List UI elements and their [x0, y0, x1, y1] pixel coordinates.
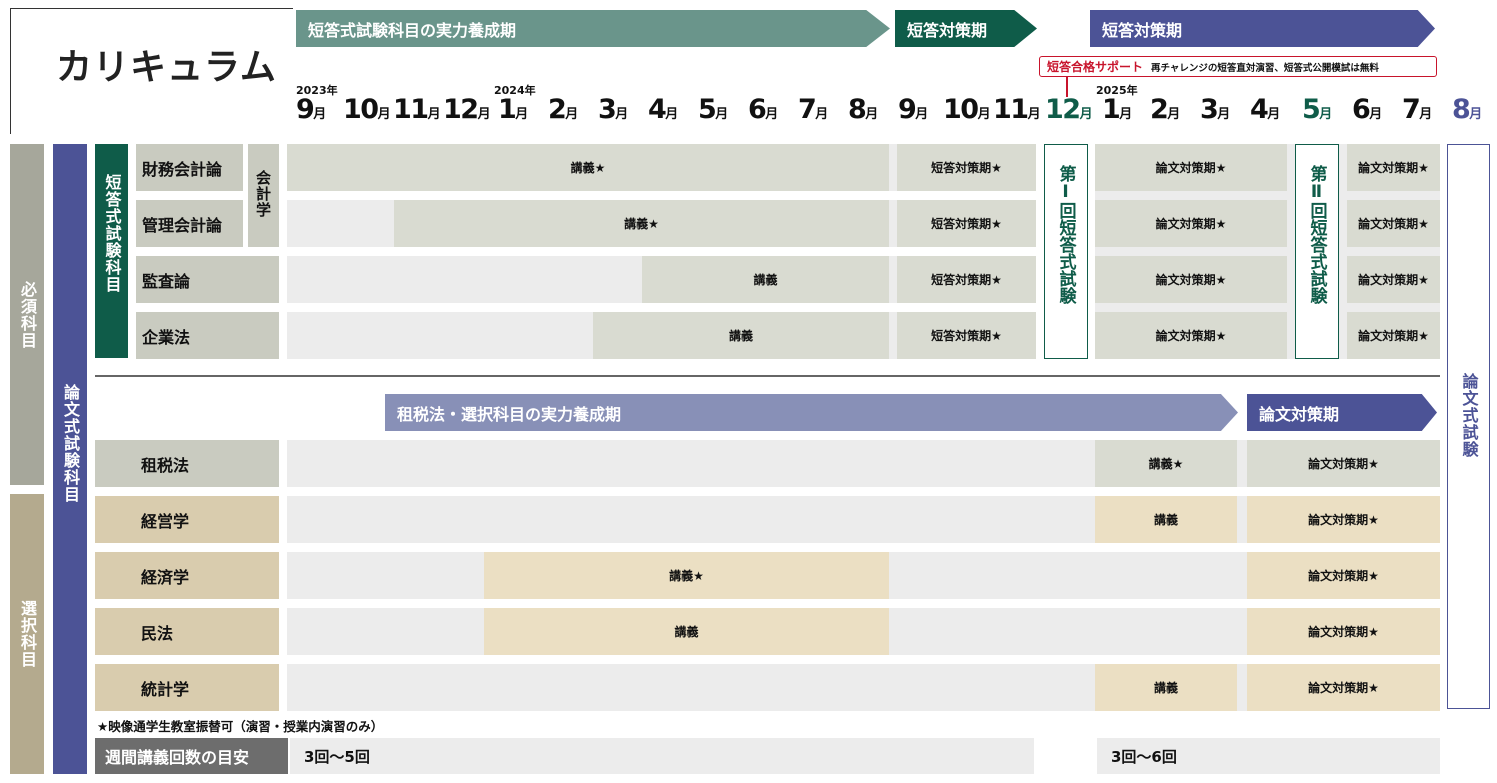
- exam-2-label: 第Ⅱ回短答式試験: [1306, 165, 1327, 304]
- short-subjects-bar: 短答式試験科目: [95, 144, 128, 358]
- month-label: 5月: [698, 94, 729, 125]
- short-prep-cell: 短答対策期★: [897, 144, 1036, 191]
- required-label: 必須科目: [18, 280, 37, 349]
- month-label: 7月: [1402, 94, 1433, 125]
- accounting-bar: 会計学: [248, 144, 279, 247]
- weekly-value-1: 3回〜5回: [290, 738, 1034, 774]
- essay-prep-cell: 論文対策期★: [1347, 312, 1440, 359]
- month-label: 6月: [748, 94, 779, 125]
- exam-2-box: 第Ⅱ回短答式試験: [1295, 144, 1339, 359]
- required-bar: 必須科目: [10, 144, 44, 485]
- accounting-label: 会計学: [254, 170, 272, 218]
- support-label: 短答合格サポート: [1047, 60, 1144, 74]
- essay-prep-cell: 論文対策期★: [1347, 200, 1440, 247]
- month-label: 4月: [1250, 94, 1281, 125]
- essay-prep-cell: 論文対策期★: [1347, 256, 1440, 303]
- month-label: 11月: [393, 94, 441, 125]
- subject-label: 民法: [95, 608, 279, 655]
- essay-prep-cell: 論文対策期★: [1247, 664, 1440, 711]
- month-label: 1月: [1102, 94, 1133, 125]
- month-label: 10月: [943, 94, 991, 125]
- phase-arrow-short-prep-1: 短答対策期: [895, 10, 1037, 47]
- short-prep-cell: 短答対策期★: [897, 312, 1036, 359]
- essay-prep-cell: 論文対策期★: [1095, 144, 1287, 191]
- support-box: 短答合格サポート 再チャレンジの短答直対演習、短答式公開模試は無料: [1039, 56, 1437, 77]
- elective-label: 選択科目: [18, 600, 37, 668]
- essay-prep-cell: 論文対策期★: [1247, 552, 1440, 599]
- lecture-cell: 講義★: [287, 144, 889, 191]
- month-label: 8月: [848, 94, 879, 125]
- essay-prep-cell: 論文対策期★: [1095, 200, 1287, 247]
- month-row: 9月 10月 11月 12月 1月 2月 3月 4月 5月 6月 7月 8月 9…: [0, 94, 1497, 134]
- month-label-exam: 5月: [1302, 94, 1333, 125]
- essay-subjects-bar: 論文式試験科目: [53, 144, 87, 774]
- elective-bar: 選択科目: [10, 494, 44, 774]
- subject-label: 経済学: [95, 552, 279, 599]
- short-prep-cell: 短答対策期★: [897, 200, 1036, 247]
- phase-arrow-short-prep-2: 短答対策期: [1090, 10, 1435, 47]
- phase-label: 論文対策期: [1259, 404, 1340, 424]
- subject-label: 経営学: [95, 496, 279, 543]
- month-label-exam: 12月: [1045, 94, 1093, 125]
- lecture-cell: 講義: [1095, 496, 1237, 543]
- footnote: ★映像通学生教室振替可（演習・授業内演習のみ）: [97, 719, 384, 734]
- lecture-cell: 講義★: [394, 200, 889, 247]
- month-label: 11月: [993, 94, 1041, 125]
- month-label: 6月: [1352, 94, 1383, 125]
- month-label: 9月: [898, 94, 929, 125]
- month-label: 9月: [296, 94, 327, 125]
- exam-1-box: 第Ⅰ回短答式試験: [1044, 144, 1088, 359]
- essay-subjects-label: 論文式試験科目: [61, 384, 80, 503]
- subject-label: 企業法: [136, 312, 279, 359]
- phase-label: 短答式試験科目の実力養成期: [308, 20, 517, 40]
- month-label: 12月: [443, 94, 491, 125]
- subject-label: 管理会計論: [136, 200, 243, 247]
- essay-prep-cell: 論文対策期★: [1095, 312, 1287, 359]
- month-label: 10月: [343, 94, 391, 125]
- weekly-value-2: 3回〜6回: [1097, 738, 1440, 774]
- phase-arrow-elective-growth: 租税法・選択科目の実力養成期: [385, 394, 1238, 431]
- short-prep-cell: 短答対策期★: [897, 256, 1036, 303]
- month-label: 3月: [598, 94, 629, 125]
- month-label: 3月: [1200, 94, 1231, 125]
- month-label: 2月: [548, 94, 579, 125]
- essay-prep-cell: 論文対策期★: [1247, 608, 1440, 655]
- month-label: 1月: [498, 94, 529, 125]
- phase-label: 短答対策期: [907, 20, 988, 40]
- lecture-cell: 講義: [484, 608, 889, 655]
- lecture-cell: 講義★: [1095, 440, 1237, 487]
- essay-exam-label: 論文式試験: [1459, 373, 1479, 458]
- essay-prep-cell: 論文対策期★: [1247, 440, 1440, 487]
- phase-label: 短答対策期: [1102, 20, 1183, 40]
- essay-prep-cell: 論文対策期★: [1247, 496, 1440, 543]
- month-label: 7月: [798, 94, 829, 125]
- month-label-exam: 8月: [1452, 94, 1483, 125]
- exam-1-label: 第Ⅰ回短答式試験: [1055, 165, 1076, 304]
- subject-label: 監査論: [136, 256, 279, 303]
- page-title: カリキュラム: [56, 47, 277, 88]
- weekly-label: 週間講義回数の目安: [95, 738, 288, 774]
- essay-prep-cell: 論文対策期★: [1347, 144, 1440, 191]
- lecture-cell: 講義: [1095, 664, 1237, 711]
- phase-arrow-short-growth: 短答式試験科目の実力養成期: [296, 10, 890, 47]
- subject-label: 租税法: [95, 440, 279, 487]
- lecture-cell: 講義: [642, 256, 889, 303]
- phase-arrow-essay-prep: 論文対策期: [1247, 394, 1437, 431]
- support-text: 再チャレンジの短答直対演習、短答式公開模試は無料: [1151, 62, 1379, 74]
- subject-label: 財務会計論: [136, 144, 243, 191]
- essay-exam-box: 論文式試験: [1447, 144, 1490, 709]
- month-label: 2月: [1150, 94, 1181, 125]
- month-label: 4月: [648, 94, 679, 125]
- essay-prep-cell: 論文対策期★: [1095, 256, 1287, 303]
- lecture-cell: 講義★: [484, 552, 889, 599]
- lecture-cell: 講義: [593, 312, 889, 359]
- short-subjects-label: 短答式試験科目: [102, 174, 122, 293]
- subject-label: 統計学: [95, 664, 279, 711]
- phase-label: 租税法・選択科目の実力養成期: [397, 404, 622, 424]
- section-divider: [95, 375, 1440, 377]
